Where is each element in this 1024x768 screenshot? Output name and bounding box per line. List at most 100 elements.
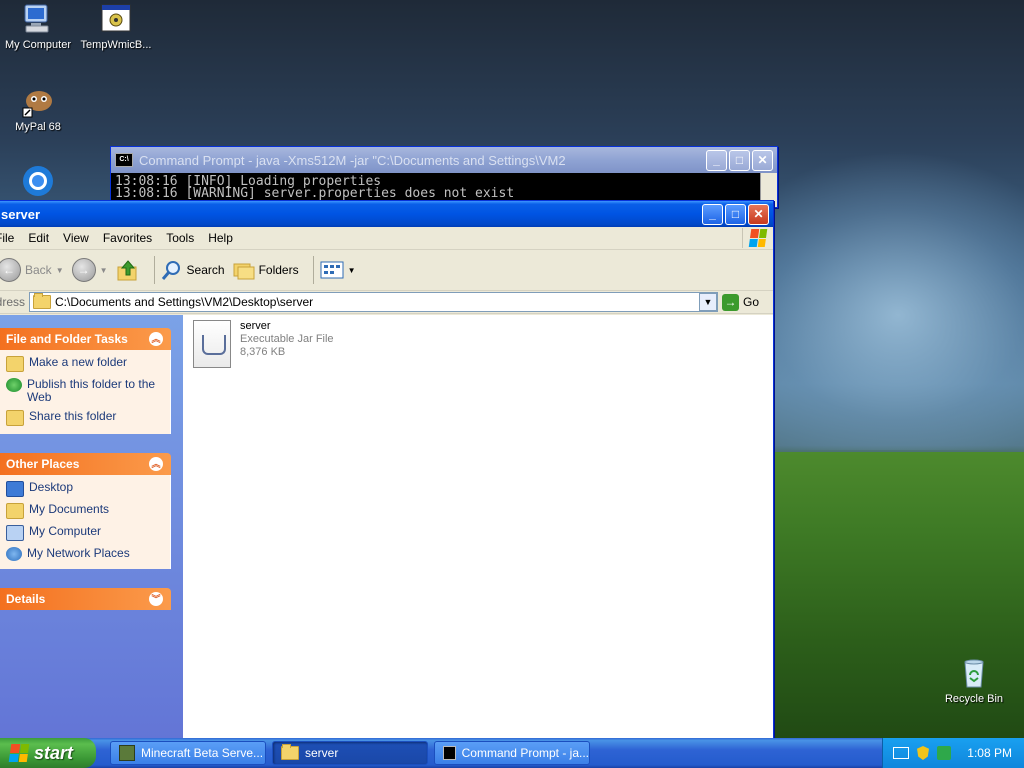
task-label: Publish this folder to the Web xyxy=(27,377,156,404)
go-label: Go xyxy=(742,295,759,309)
share-folder-icon xyxy=(6,410,24,426)
my-computer-icon xyxy=(6,525,24,541)
toolbar: ← Back ▼ → ▼ Search Folders ▼ xyxy=(0,250,773,291)
toolbar-separator xyxy=(312,256,314,284)
desktop-icon-label: Recycle Bin xyxy=(944,693,1004,705)
menu-file[interactable]: File xyxy=(0,231,21,245)
taskbar-button-label: Minecraft Beta Serve... xyxy=(141,746,264,760)
file-item-server-jar[interactable]: server Executable Jar File 8,376 KB xyxy=(193,320,334,368)
folder-icon xyxy=(33,293,51,309)
forward-button[interactable]: → ▼ xyxy=(71,258,108,282)
up-folder-icon xyxy=(117,260,137,281)
close-button[interactable]: ✕ xyxy=(748,203,769,225)
taskbar-button-label: server xyxy=(305,746,339,760)
address-label: Address xyxy=(0,295,25,309)
minimize-button[interactable]: _ xyxy=(706,149,727,171)
menu-tools[interactable]: Tools xyxy=(159,231,201,245)
collapse-chevron-icon[interactable]: ︽ xyxy=(149,457,163,471)
explorer-title: server xyxy=(1,206,41,222)
taskbar-button-server[interactable]: server xyxy=(272,741,428,765)
place-my-network-places[interactable]: My Network Places xyxy=(6,547,164,561)
file-folder-tasks-header[interactable]: File and Folder Tasks ︽ xyxy=(0,328,171,350)
collapse-chevron-icon[interactable]: ︽ xyxy=(149,332,163,346)
my-documents-icon xyxy=(6,503,24,519)
explorer-content: File and Folder Tasks ︽ Make a new folde… xyxy=(0,315,773,739)
taskbar-button-label: Command Prompt - ja... xyxy=(461,746,589,760)
minecraft-icon xyxy=(119,745,135,761)
file-meta: server Executable Jar File 8,376 KB xyxy=(240,320,334,368)
cmd-titlebar[interactable]: C:\ Command Prompt - java -Xms512M -jar … xyxy=(111,147,777,173)
task-share-folder[interactable]: Share this folder xyxy=(6,410,164,426)
panel-body: Make a new folder Publish this folder to… xyxy=(0,350,171,434)
start-button[interactable]: start xyxy=(0,738,96,768)
expand-chevron-icon[interactable]: ︾ xyxy=(149,592,163,606)
panel-body: Desktop My Documents My Computer My Netw… xyxy=(0,475,171,569)
search-icon xyxy=(161,261,180,280)
views-icon xyxy=(320,261,344,279)
jar-file-icon xyxy=(193,320,231,368)
my-computer-icon xyxy=(21,2,55,36)
cmd-window[interactable]: C:\ Command Prompt - java -Xms512M -jar … xyxy=(110,146,778,208)
menu-bar: File Edit View Favorites Tools Help xyxy=(0,227,773,250)
folders-icon xyxy=(233,263,255,280)
desktop-icon-mypal[interactable]: MyPal 68 xyxy=(0,84,80,133)
desktop-icon-label: TempWmicB... xyxy=(80,39,152,51)
search-button[interactable]: Search xyxy=(161,259,225,281)
taskbar-button-minecraft[interactable]: Minecraft Beta Serve... xyxy=(110,741,266,765)
taskbar-button-cmd[interactable]: Command Prompt - ja... xyxy=(434,741,590,765)
wmic-icon xyxy=(99,2,133,36)
task-make-new-folder[interactable]: Make a new folder xyxy=(6,356,164,372)
cmd-title: Command Prompt - java -Xms512M -jar "C:\… xyxy=(139,152,566,168)
panel-title: Other Places xyxy=(6,457,80,471)
panel-title: Details xyxy=(6,592,46,606)
maximize-button[interactable]: □ xyxy=(729,149,750,171)
menu-edit[interactable]: Edit xyxy=(21,231,56,245)
desktop-icon-browser[interactable] xyxy=(0,164,80,201)
other-places-header[interactable]: Other Places ︽ xyxy=(0,453,171,475)
clock[interactable]: 1:08 PM xyxy=(967,746,1024,760)
globe-icon xyxy=(21,164,55,198)
go-button[interactable]: → Go xyxy=(721,293,773,311)
back-arrow-icon: ← xyxy=(0,258,21,282)
place-label: My Documents xyxy=(29,502,110,516)
menu-help[interactable]: Help xyxy=(201,231,240,245)
new-folder-icon xyxy=(6,356,24,372)
task-publish-to-web[interactable]: Publish this folder to the Web xyxy=(6,378,164,404)
network-places-icon xyxy=(6,547,22,561)
cmd-icon: C:\ xyxy=(115,153,133,167)
back-button[interactable]: ← Back ▼ xyxy=(0,258,64,282)
views-button[interactable]: ▼ xyxy=(320,261,356,279)
up-folder-button[interactable] xyxy=(116,258,140,282)
folders-label: Folders xyxy=(258,263,299,277)
explorer-titlebar[interactable]: server _ □ ✕ xyxy=(0,201,773,227)
place-my-documents[interactable]: My Documents xyxy=(6,503,164,519)
maximize-button[interactable]: □ xyxy=(725,203,746,225)
details-header[interactable]: Details ︾ xyxy=(0,588,171,610)
close-button[interactable]: ✕ xyxy=(752,149,773,171)
address-dropdown-button[interactable]: ▼ xyxy=(698,293,717,311)
security-shield-icon[interactable] xyxy=(917,746,929,760)
network-icon[interactable] xyxy=(937,746,951,760)
console-line: 13:08:16 [WARNING] server.properties doe… xyxy=(115,186,515,201)
menu-view[interactable]: View xyxy=(56,231,96,245)
task-label: Make a new folder xyxy=(29,355,128,369)
desktop-icon-wmic[interactable]: TempWmicB... xyxy=(74,2,158,51)
back-label: Back xyxy=(25,263,52,277)
cmd-scrollbar[interactable] xyxy=(760,173,777,201)
forward-arrow-icon: → xyxy=(71,258,96,282)
minimize-button[interactable]: _ xyxy=(702,203,723,225)
place-my-computer[interactable]: My Computer xyxy=(6,525,164,541)
explorer-window[interactable]: server _ □ ✕ File Edit View Favorites To… xyxy=(0,200,774,740)
folders-button[interactable]: Folders xyxy=(233,260,299,280)
cmd-icon xyxy=(443,746,456,760)
cmd-console: 13:08:16 [INFO] Loading properties 13:08… xyxy=(111,173,777,201)
desktop-icon-recycle-bin[interactable]: Recycle Bin xyxy=(932,656,1016,705)
file-type: Executable Jar File xyxy=(240,333,334,345)
place-label: Desktop xyxy=(29,480,74,494)
keyboard-icon[interactable] xyxy=(893,747,909,759)
address-input[interactable]: C:\Documents and Settings\VM2\Desktop\se… xyxy=(29,292,718,312)
place-desktop[interactable]: Desktop xyxy=(6,481,164,497)
menu-favorites[interactable]: Favorites xyxy=(96,231,159,245)
chevron-down-icon: ▼ xyxy=(99,265,108,275)
desktop-icon-my-computer[interactable]: My Computer xyxy=(0,2,80,51)
